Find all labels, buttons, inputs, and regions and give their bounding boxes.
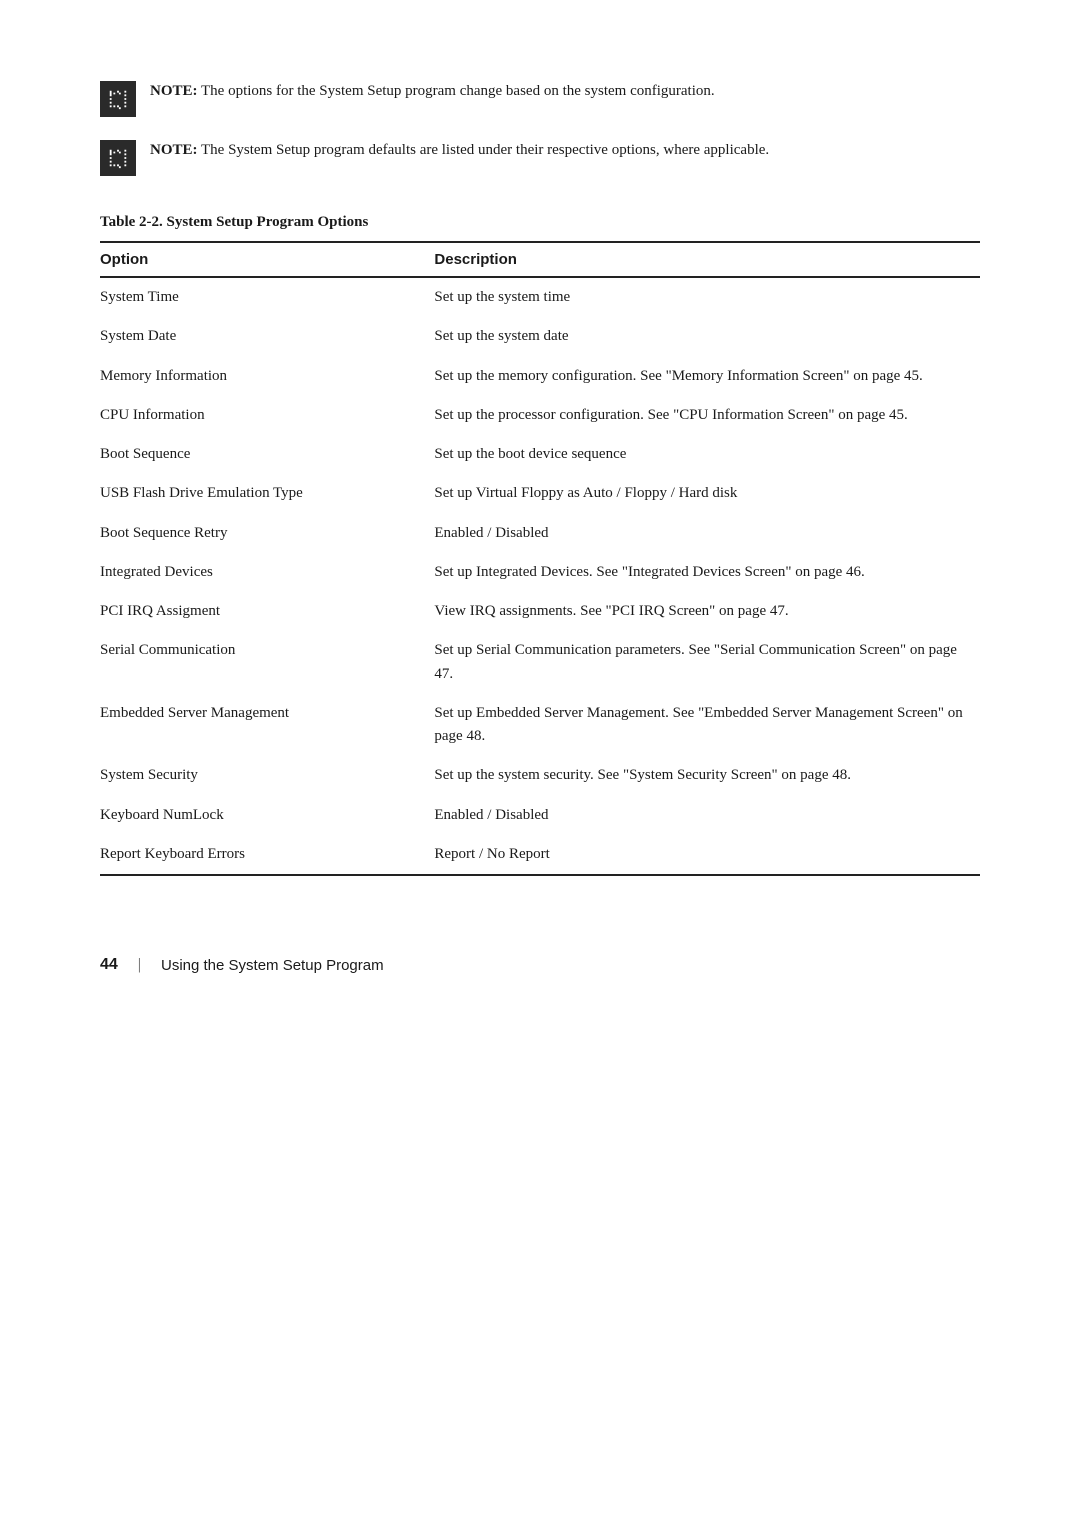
table-cell-description: Set up the system security. See "System …: [434, 756, 980, 795]
table-cell-option: Report Keyboard Errors: [100, 835, 434, 875]
table-row: Keyboard NumLockEnabled / Disabled: [100, 796, 980, 835]
table-cell-description: Set up the system date: [434, 317, 980, 356]
note-icon-1: [100, 81, 136, 117]
table-cell-option: USB Flash Drive Emulation Type: [100, 474, 434, 513]
footer-divider: |: [138, 956, 141, 974]
table-row: Integrated DevicesSet up Integrated Devi…: [100, 553, 980, 592]
note-block-1: NOTE: The options for the System Setup p…: [100, 80, 980, 117]
table-row: System TimeSet up the system time: [100, 277, 980, 317]
column-header-description: Description: [434, 242, 980, 277]
table-row: Report Keyboard ErrorsReport / No Report: [100, 835, 980, 875]
table-cell-description: View IRQ assignments. See "PCI IRQ Scree…: [434, 592, 980, 631]
page-footer: 44 | Using the System Setup Program: [100, 956, 980, 974]
table-cell-option: Memory Information: [100, 357, 434, 396]
table-cell-option: System Date: [100, 317, 434, 356]
table-cell-description: Enabled / Disabled: [434, 796, 980, 835]
table-cell-description: Set up the processor configuration. See …: [434, 396, 980, 435]
table-row: CPU InformationSet up the processor conf…: [100, 396, 980, 435]
note-text-2: NOTE: The System Setup program defaults …: [150, 139, 769, 162]
table-cell-description: Set up the system time: [434, 277, 980, 317]
table-cell-description: Report / No Report: [434, 835, 980, 875]
table-cell-description: Enabled / Disabled: [434, 514, 980, 553]
table-row: PCI IRQ AssigmentView IRQ assignments. S…: [100, 592, 980, 631]
table-row: Boot Sequence RetryEnabled / Disabled: [100, 514, 980, 553]
table-cell-option: Keyboard NumLock: [100, 796, 434, 835]
table-header-row: Option Description: [100, 242, 980, 277]
table-cell-description: Set up Virtual Floppy as Auto / Floppy /…: [434, 474, 980, 513]
table-cell-option: PCI IRQ Assigment: [100, 592, 434, 631]
table-cell-description: Set up Integrated Devices. See "Integrat…: [434, 553, 980, 592]
table-row: Boot SequenceSet up the boot device sequ…: [100, 435, 980, 474]
table-cell-description: Set up the memory configuration. See "Me…: [434, 357, 980, 396]
table-row: Serial CommunicationSet up Serial Commun…: [100, 631, 980, 694]
table-row: USB Flash Drive Emulation TypeSet up Vir…: [100, 474, 980, 513]
table-cell-description: Set up the boot device sequence: [434, 435, 980, 474]
note-block-2: NOTE: The System Setup program defaults …: [100, 139, 980, 176]
system-setup-table: Option Description System TimeSet up the…: [100, 241, 980, 876]
table-cell-description: Set up Serial Communication parameters. …: [434, 631, 980, 694]
column-header-option: Option: [100, 242, 434, 277]
table-row: Memory InformationSet up the memory conf…: [100, 357, 980, 396]
table-cell-option: System Time: [100, 277, 434, 317]
table-cell-option: System Security: [100, 756, 434, 795]
note-text-1: NOTE: The options for the System Setup p…: [150, 80, 715, 103]
table-cell-option: Boot Sequence: [100, 435, 434, 474]
table-cell-description: Set up Embedded Server Management. See "…: [434, 694, 980, 757]
table-cell-option: Integrated Devices: [100, 553, 434, 592]
table-cell-option: CPU Information: [100, 396, 434, 435]
table-cell-option: Boot Sequence Retry: [100, 514, 434, 553]
page-number: 44: [100, 956, 118, 974]
table-row: System SecuritySet up the system securit…: [100, 756, 980, 795]
table-caption: Table 2-2. System Setup Program Options: [100, 214, 980, 231]
table-row: Embedded Server ManagementSet up Embedde…: [100, 694, 980, 757]
note-icon-2: [100, 140, 136, 176]
table-cell-option: Embedded Server Management: [100, 694, 434, 757]
table-cell-option: Serial Communication: [100, 631, 434, 694]
footer-text: Using the System Setup Program: [161, 957, 384, 974]
table-row: System DateSet up the system date: [100, 317, 980, 356]
